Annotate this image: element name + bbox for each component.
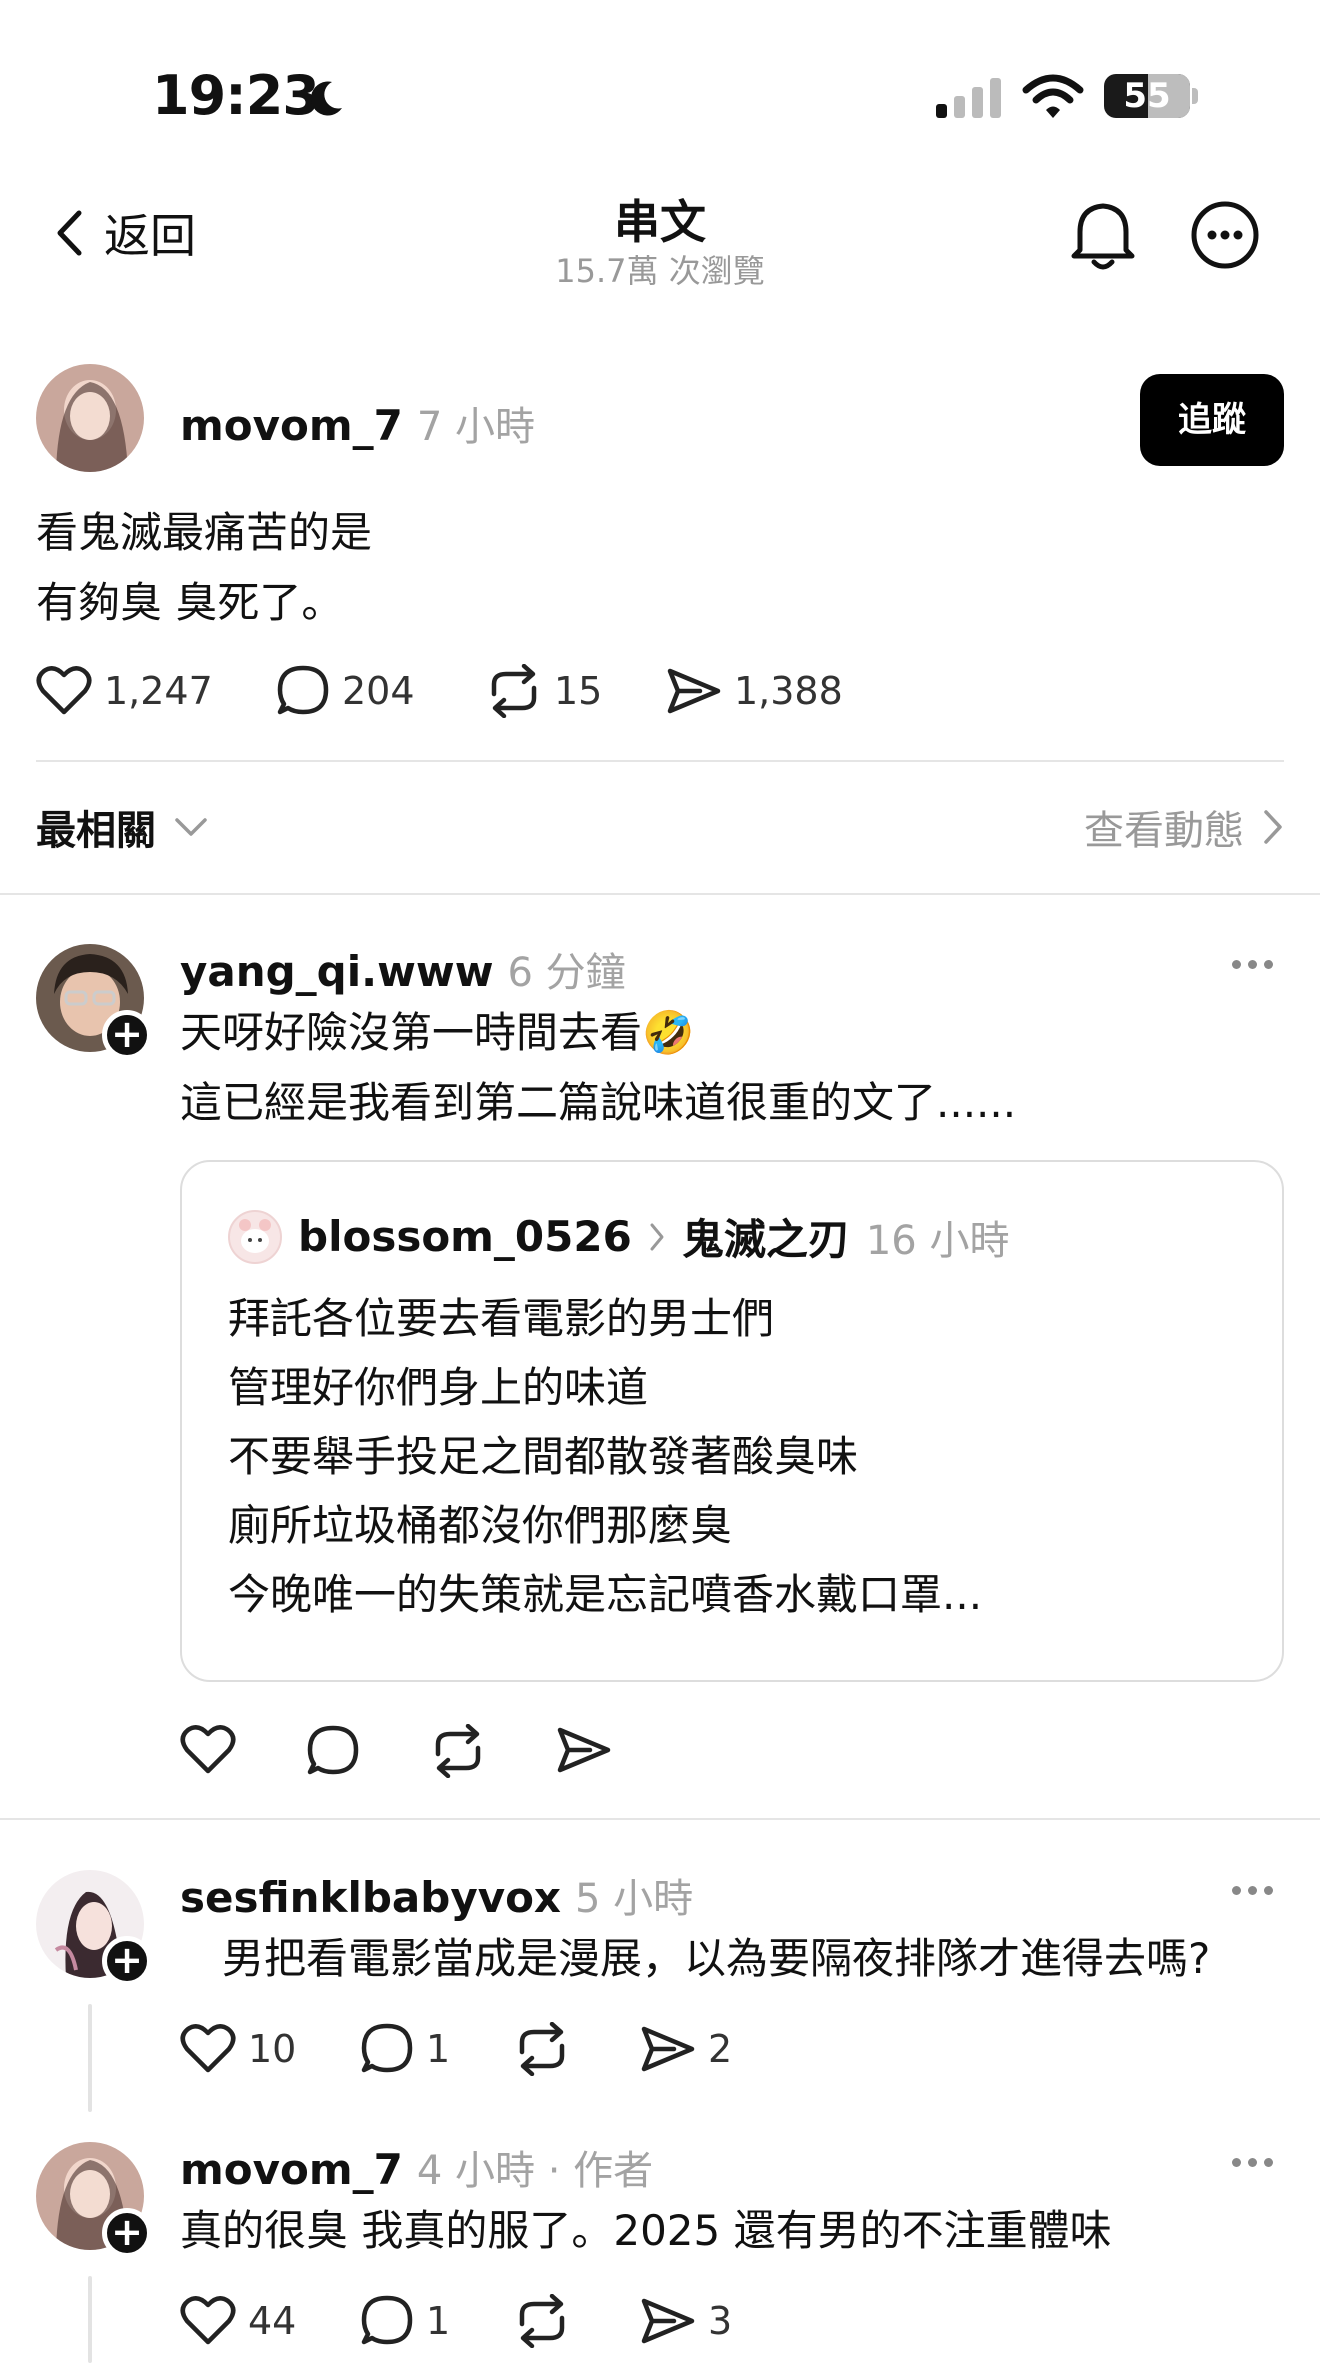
activity-label: 查看動態 [1084,808,1244,854]
cellular-signal-icon [936,76,1004,118]
quoted-body: 拜託各位要去看電影的男士們 管理好你們身上的味道 不要舉手投足之間都散發著酸臭味… [228,1284,982,1629]
post-username[interactable]: movom_7 [180,401,403,450]
reply-body: 男把看電影當成是漫展，以為要隔夜排隊才進得去嗎? [180,1934,1211,1983]
quoted-time: 16 小時 [865,1217,1010,1264]
heart-icon[interactable] [180,1724,236,1778]
thread-line [88,2004,92,2112]
reply-username[interactable]: sesfinklbabyvox [180,1873,561,1922]
reply-body: 天呀好險沒第一時間去看🤣 這已經是我看到第二篇說味道很重的文了...... [180,998,1016,1138]
share-count: 3 [708,2299,733,2343]
comment-button[interactable]: 204 [276,664,486,718]
comment-count: 1 [426,2299,451,2343]
divider [0,1818,1320,1820]
wifi-icon [1022,74,1084,120]
battery-tip [1192,88,1198,104]
share-count: 1,388 [734,669,843,713]
battery-level: 55 [1123,76,1171,116]
repost-icon [486,664,542,718]
moon-icon [306,78,346,118]
post-time: 7 小時 [416,404,536,450]
repost-icon [514,2294,570,2348]
avatar[interactable] [36,364,144,472]
reply-time: 5 小時 [575,1876,694,1922]
heart-icon [180,2023,236,2075]
reply-username[interactable]: movom_7 [180,2145,403,2194]
quoted-line: 不要舉手投足之間都散發著酸臭味 [228,1432,859,1481]
share-button[interactable]: 3 [640,2294,732,2348]
quoted-line: 廁所垃圾桶都沒你們那麼臭 [228,1501,733,1550]
battery-icon: 55 [1104,74,1190,118]
heart-icon [36,665,92,717]
comment-bubble-icon [360,2294,414,2348]
repost-icon [514,2022,570,2076]
like-count: 44 [248,2299,297,2343]
send-icon [640,2295,696,2347]
like-button[interactable]: 1,247 [36,664,276,718]
quoted-line: 今晚唯一的失策就是忘記噴香水戴口罩... [228,1570,983,1619]
bell-icon[interactable] [1068,198,1138,272]
repost-button[interactable]: 15 [486,664,666,718]
repost-count: 15 [554,669,603,713]
send-icon [640,2023,696,2075]
comment-count: 1 [426,2027,451,2071]
chevron-right-icon [648,1222,666,1252]
like-button[interactable]: 10 [180,2022,360,2076]
quoted-line: 管理好你們身上的味道 [228,1363,649,1412]
send-icon[interactable] [556,1724,612,1778]
like-button[interactable]: 44 [180,2294,360,2348]
quoted-topic[interactable]: 鬼滅之刃 [682,1206,850,1267]
like-count: 10 [248,2027,297,2071]
reply-time: 6 分鐘 [507,950,626,996]
reply-line: 這已經是我看到第二篇說味道很重的文了...... [180,1078,1017,1127]
follow-plus-button[interactable]: + [102,1936,152,1986]
share-count: 2 [708,2027,733,2071]
reply-username[interactable]: yang_qi.www [180,947,494,996]
repost-button[interactable] [514,2022,640,2076]
follow-button[interactable]: 追蹤 [1140,374,1284,466]
post-body: 看鬼滅最痛苦的是 有夠臭 臭死了。 [36,498,372,638]
chevron-right-icon [1262,809,1284,845]
reply-body: 真的很臭 我真的服了。2025 還有男的不注重體味 [180,2206,1112,2255]
repost-icon[interactable] [430,1724,486,1778]
comment-button[interactable]: 1 [360,2022,514,2076]
follow-plus-button[interactable]: + [102,1010,152,1060]
follow-plus-button[interactable]: + [102,2208,152,2258]
chevron-down-icon [174,816,208,838]
post-line: 有夠臭 臭死了。 [36,578,344,627]
more-options-icon[interactable] [1190,200,1260,270]
comment-bubble-icon [276,664,330,718]
divider [36,760,1284,762]
comment-bubble-icon [360,2022,414,2076]
send-icon [666,665,722,717]
reply-line: 天呀好險沒第一時間去看🤣 [180,1008,695,1057]
heart-icon [180,2295,236,2347]
sort-dropdown[interactable]: 最相關 [36,798,208,856]
sort-label: 最相關 [36,808,156,854]
comment-button[interactable]: 1 [360,2294,514,2348]
status-time: 19:23 [152,64,320,127]
share-button[interactable]: 1,388 [666,664,843,718]
avatar[interactable] [228,1209,282,1264]
thread-line [88,2276,92,2363]
divider [0,893,1320,895]
like-count: 1,247 [104,669,213,713]
reply-time: 4 小時 · 作者 [416,2148,654,2194]
share-button[interactable]: 2 [640,2022,732,2076]
view-activity-link[interactable]: 查看動態 [1084,798,1284,856]
comment-count: 204 [342,669,415,713]
post-line: 看鬼滅最痛苦的是 [36,508,373,557]
more-dots-icon[interactable] [1232,1886,1273,1895]
comment-bubble-icon[interactable] [306,1724,360,1778]
quoted-line: 拜託各位要去看電影的男士們 [228,1294,775,1343]
repost-button[interactable] [514,2294,640,2348]
quoted-username[interactable]: blossom_0526 [298,1212,632,1261]
more-dots-icon[interactable] [1232,2158,1273,2167]
more-dots-icon[interactable] [1232,960,1273,969]
quoted-post-card[interactable]: blossom_0526 鬼滅之刃 16 小時 拜託各位要去看電影的男士們 管理… [180,1160,1284,1682]
